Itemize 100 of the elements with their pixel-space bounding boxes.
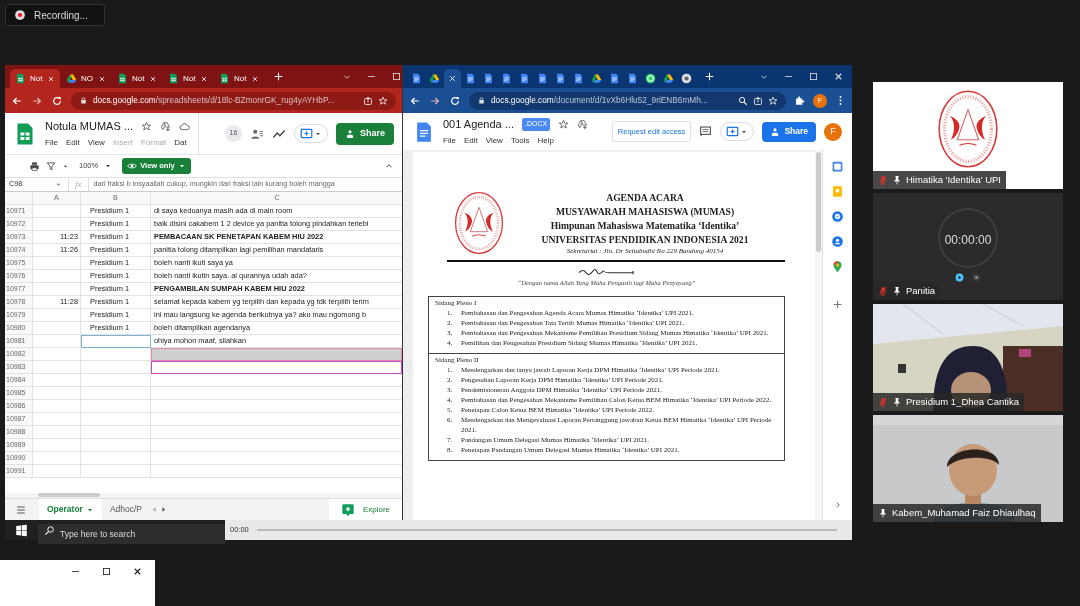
menu-item[interactable]: Help [537,134,555,147]
present-button[interactable] [294,124,328,143]
star-icon[interactable] [141,121,153,132]
browser-tab[interactable]: Not [214,69,264,88]
zoom-icon[interactable] [738,95,748,106]
menu-item[interactable]: Dat [174,136,187,149]
spreadsheet-icon [168,73,179,84]
close-icon[interactable] [251,74,259,83]
add-icon[interactable] [832,299,843,310]
share-page-icon[interactable] [363,95,373,106]
caret-icon[interactable] [104,162,113,170]
contacts-icon[interactable] [831,235,844,248]
browser-tab[interactable] [444,69,461,88]
person-icon [770,126,781,137]
calligraphy-icon [576,266,637,276]
drive-icon [663,73,674,84]
scrollbar-thumb[interactable] [816,152,821,252]
tab-title: Not [234,72,247,85]
menu-item[interactable]: Edit [463,134,478,147]
sheet-tab[interactable]: Operator [39,498,102,520]
cloud-icon[interactable] [179,121,191,132]
present-button[interactable] [720,122,755,141]
person-icon [345,128,355,139]
sheet-tab[interactable]: Adhoc/P [101,498,151,520]
participant-name: Kabem_Muhamad Faiz Dhiaulhaq [892,505,1036,520]
menu-item[interactable]: Edit [65,136,80,149]
table-cell [33,309,81,322]
close-icon[interactable] [833,71,844,82]
new-tab-icon[interactable] [704,71,715,82]
print-icon[interactable] [29,160,40,172]
tab-title: Not [183,72,196,85]
bookmark-star-icon[interactable] [768,95,778,106]
new-tab-icon[interactable] [273,71,284,82]
bookmark-star-icon[interactable] [378,95,388,106]
share-button[interactable]: Share [336,122,394,145]
document-icon [573,73,584,84]
browser-tab[interactable]: NO [61,69,111,88]
search-field[interactable]: Type here to search [38,524,225,544]
close-icon[interactable] [149,74,157,83]
heading-line: MUSYAWARAH MAHASISWA (MUMAS) [554,204,736,219]
reset-icon[interactable] [972,273,981,282]
table-cell [33,361,81,374]
maximize-icon[interactable] [391,71,402,82]
comment-icon[interactable] [699,125,713,138]
browser-tab[interactable]: Not [163,69,213,88]
tab-title: NO [81,72,93,85]
logo [453,190,505,256]
table-cell [33,374,81,387]
maximize-icon[interactable] [808,71,819,82]
document-title[interactable]: 001 Agenda ... [443,116,514,133]
drive-icon [66,73,77,84]
close-icon[interactable] [132,566,143,577]
share-page-icon[interactable] [753,95,763,106]
menu-item[interactable]: View [87,136,105,149]
menu-item[interactable]: Tools [510,134,530,147]
participant-name: Himatika 'Identika' UPI [906,172,1001,187]
close-icon[interactable] [200,74,208,83]
menu-item[interactable]: File [45,136,58,149]
corner-cell[interactable] [5,192,33,205]
share-button[interactable]: Share [762,121,816,142]
map-pin-icon[interactable] [831,260,844,273]
menu-item[interactable]: File [443,134,456,147]
table-cell [33,322,81,335]
spreadsheet-icon [219,73,230,84]
table-cell [33,452,81,465]
maximize-icon[interactable] [101,566,112,577]
star-icon[interactable] [558,119,570,130]
close-icon[interactable] [98,74,106,83]
play-icon[interactable] [955,273,964,282]
reload-icon[interactable] [51,94,63,107]
start-icon[interactable] [15,523,28,537]
lock-icon [477,96,486,105]
recording-label: Recording... [34,8,88,23]
tasks-icon[interactable] [831,210,844,223]
search-icon [44,525,55,536]
muted-mic-icon [878,285,888,296]
move-icon[interactable] [577,119,589,130]
reload-icon[interactable] [449,94,461,107]
explore-icon [340,502,355,517]
present-icon [726,125,740,138]
tab-title: Not [30,72,43,85]
menu-item[interactable]: View [485,134,503,147]
browser-tab[interactable]: Not [10,69,60,88]
table-cell [33,335,81,348]
close-icon[interactable] [448,74,457,83]
formula-label: fx [68,177,89,192]
document-icon [555,73,566,84]
document-title[interactable]: Notula MUMAS ... [45,118,134,135]
table-cell [33,270,81,283]
calendar-icon[interactable] [831,160,844,173]
pin-icon [892,174,902,185]
extensions-icon[interactable] [794,95,805,106]
table-cell [33,387,81,400]
document-icon [465,73,476,84]
scrollbar-thumb[interactable] [38,493,100,497]
browser-tab[interactable]: Not [112,69,162,88]
eye-icon [127,161,138,171]
filter-icon[interactable] [46,161,56,171]
move-icon[interactable] [160,121,172,132]
explore-button[interactable]: Explore [328,498,402,520]
